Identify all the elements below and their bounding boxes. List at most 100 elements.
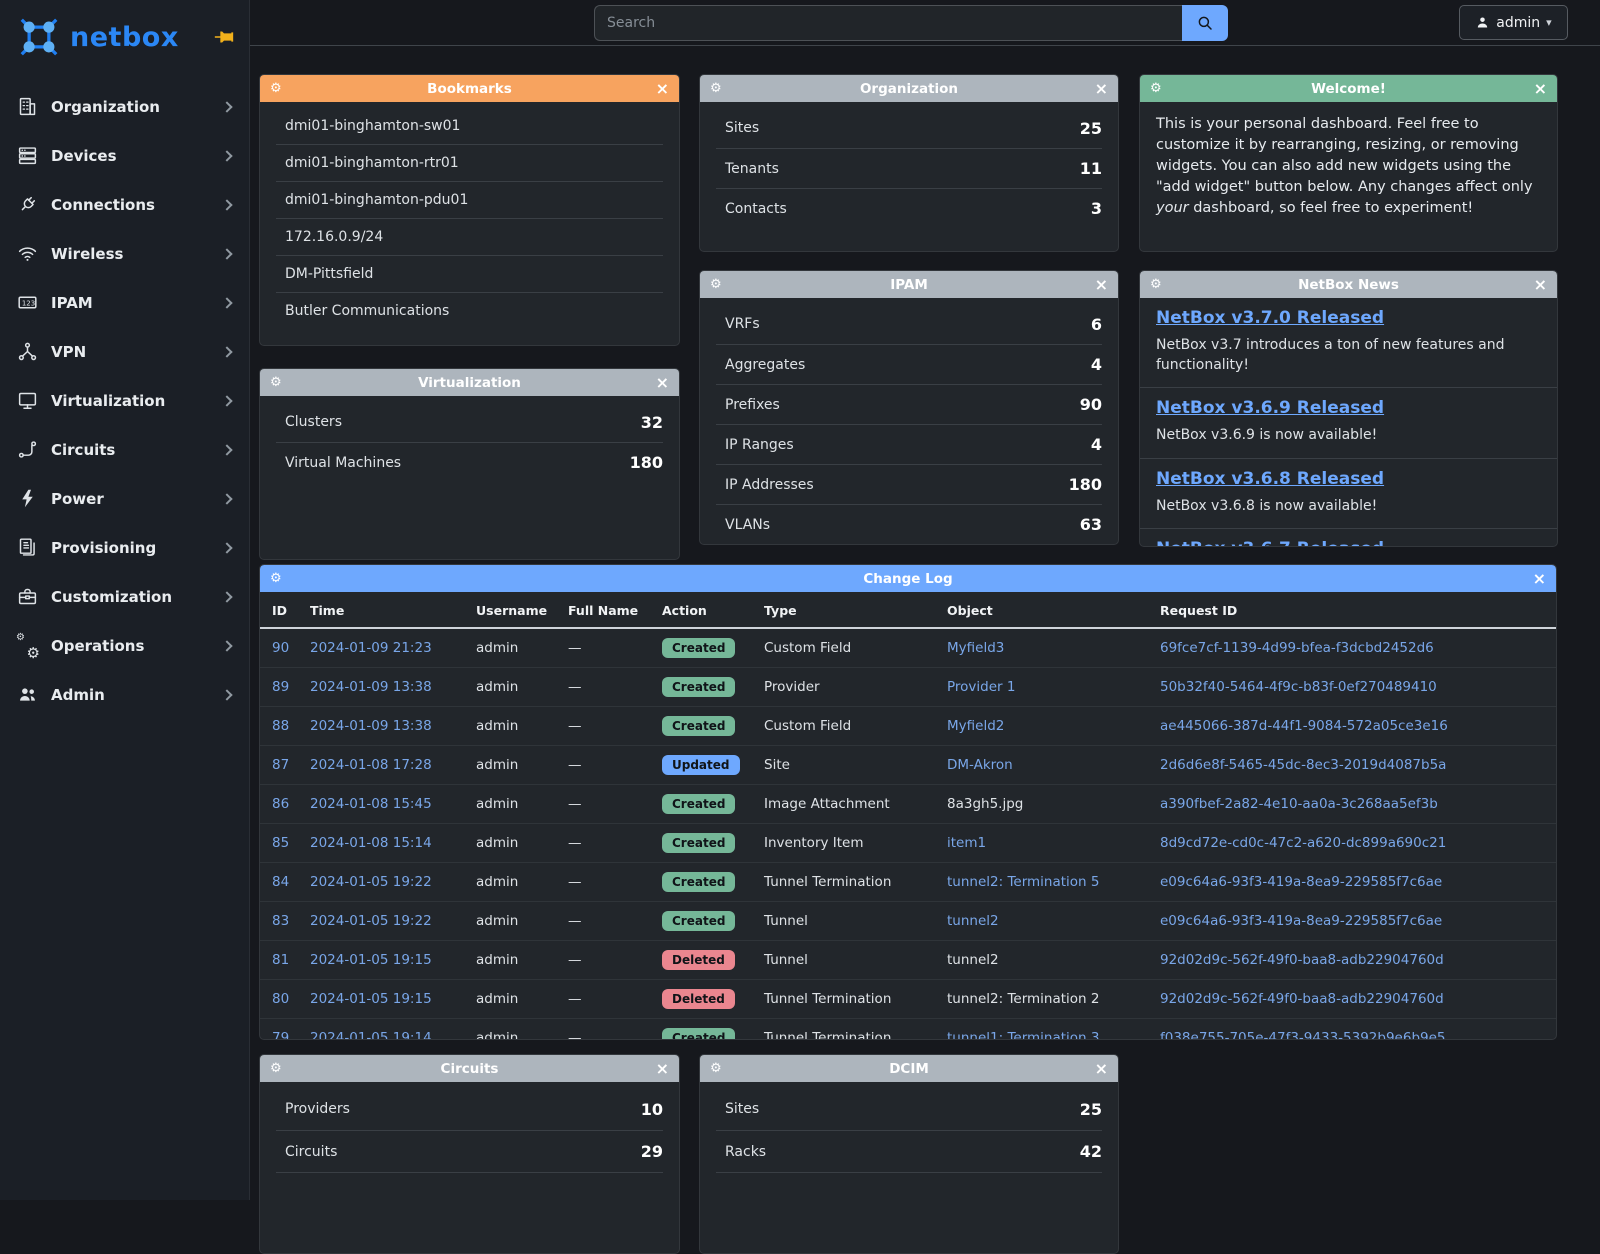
search-input[interactable] bbox=[594, 5, 1182, 41]
changelog-request-link[interactable]: f038e755-705e-47f3-9433-5392b9e6b9e5 bbox=[1160, 1030, 1446, 1040]
changelog-object-link[interactable]: Myfield3 bbox=[947, 640, 1004, 656]
stat-row[interactable]: Contacts3 bbox=[716, 188, 1102, 228]
stat-row[interactable]: Racks42 bbox=[716, 1130, 1102, 1172]
changelog-id-link[interactable]: 84 bbox=[272, 874, 289, 890]
changelog-time-link[interactable]: 2024-01-08 15:14 bbox=[310, 835, 432, 851]
close-icon[interactable]: × bbox=[656, 81, 669, 97]
changelog-id-link[interactable]: 89 bbox=[272, 679, 289, 695]
changelog-id-link[interactable]: 81 bbox=[272, 952, 289, 968]
close-icon[interactable]: × bbox=[656, 1061, 669, 1077]
stat-row[interactable]: IP Addresses180 bbox=[716, 464, 1102, 504]
stat-row[interactable]: Tenants11 bbox=[716, 148, 1102, 188]
changelog-request-link[interactable]: 92d02d9c-562f-49f0-baa8-adb22904760d bbox=[1160, 952, 1444, 968]
pin-sidebar-icon[interactable] bbox=[213, 26, 235, 48]
stat-row[interactable]: Circuits29 bbox=[276, 1130, 663, 1172]
changelog-object-link[interactable]: tunnel2: Termination 2 bbox=[947, 991, 1100, 1007]
changelog-request-link[interactable]: 2d6d6e8f-5465-45dc-8ec3-2019d4087b5a bbox=[1160, 757, 1446, 773]
news-link[interactable]: NetBox v3.6.7 Released bbox=[1156, 539, 1384, 547]
gear-icon[interactable]: ⚙ bbox=[270, 572, 282, 585]
sidebar-item-circuits[interactable]: Circuits bbox=[0, 425, 249, 474]
changelog-request-link[interactable]: a390fbef-2a82-4e10-aa0a-3c268aa5ef3b bbox=[1160, 796, 1438, 812]
stat-row[interactable]: Prefixes90 bbox=[716, 384, 1102, 424]
news-link[interactable]: NetBox v3.6.8 Released bbox=[1156, 469, 1384, 489]
gear-icon[interactable]: ⚙ bbox=[270, 1062, 282, 1075]
changelog-object-link[interactable]: Provider 1 bbox=[947, 679, 1015, 695]
gear-icon[interactable]: ⚙ bbox=[1150, 82, 1162, 95]
gear-icon[interactable]: ⚙ bbox=[270, 376, 282, 389]
stat-row[interactable]: VRFs6 bbox=[716, 304, 1102, 344]
sidebar-item-provisioning[interactable]: Provisioning bbox=[0, 523, 249, 572]
changelog-object-link[interactable]: tunnel2 bbox=[947, 952, 999, 968]
changelog-object-link[interactable]: tunnel2: Termination 5 bbox=[947, 874, 1100, 890]
close-icon[interactable]: × bbox=[1534, 81, 1547, 97]
changelog-time-link[interactable]: 2024-01-05 19:15 bbox=[310, 991, 432, 1007]
close-icon[interactable]: × bbox=[1534, 277, 1547, 293]
sidebar-item-vpn[interactable]: VPN bbox=[0, 327, 249, 376]
brand-logo-text[interactable]: netbox bbox=[70, 22, 213, 53]
changelog-time-link[interactable]: 2024-01-09 21:23 bbox=[310, 640, 432, 656]
stat-row[interactable]: Virtual Machines180 bbox=[276, 442, 663, 482]
changelog-id-link[interactable]: 88 bbox=[272, 718, 289, 734]
gear-icon[interactable]: ⚙ bbox=[710, 278, 722, 291]
changelog-time-link[interactable]: 2024-01-05 19:14 bbox=[310, 1030, 432, 1040]
changelog-time-link[interactable]: 2024-01-05 19:15 bbox=[310, 952, 432, 968]
user-menu-button[interactable]: admin ▾ bbox=[1459, 5, 1568, 40]
changelog-time-link[interactable]: 2024-01-08 17:28 bbox=[310, 757, 432, 773]
changelog-time-link[interactable]: 2024-01-09 13:38 bbox=[310, 679, 432, 695]
changelog-request-link[interactable]: ae445066-387d-44f1-9084-572a05ce3e16 bbox=[1160, 718, 1448, 734]
bookmark-item[interactable]: dmi01-binghamton-rtr01 bbox=[276, 144, 663, 181]
sidebar-item-operations[interactable]: ⚙⚙ Operations bbox=[0, 621, 249, 670]
stat-row[interactable]: Sites25 bbox=[716, 1088, 1102, 1130]
gear-icon[interactable]: ⚙ bbox=[270, 82, 282, 95]
changelog-request-link[interactable]: 8d9cd72e-cd0c-47c2-a620-dc899a690c21 bbox=[1160, 835, 1446, 851]
changelog-time-link[interactable]: 2024-01-05 19:22 bbox=[310, 913, 432, 929]
sidebar-item-virtualization[interactable]: Virtualization bbox=[0, 376, 249, 425]
close-icon[interactable]: × bbox=[1095, 277, 1108, 293]
close-icon[interactable]: × bbox=[1095, 81, 1108, 97]
changelog-id-link[interactable]: 90 bbox=[272, 640, 289, 656]
sidebar-item-customization[interactable]: Customization bbox=[0, 572, 249, 621]
changelog-object-link[interactable]: tunnel2 bbox=[947, 913, 999, 929]
stat-row[interactable]: VLANs63 bbox=[716, 504, 1102, 544]
changelog-request-link[interactable]: 50b32f40-5464-4f9c-b83f-0ef270489410 bbox=[1160, 679, 1437, 695]
changelog-id-link[interactable]: 79 bbox=[272, 1030, 289, 1040]
gear-icon[interactable]: ⚙ bbox=[710, 82, 722, 95]
stat-row[interactable]: Clusters32 bbox=[276, 402, 663, 442]
changelog-id-link[interactable]: 83 bbox=[272, 913, 289, 929]
stat-row[interactable]: Providers10 bbox=[276, 1088, 663, 1130]
changelog-id-link[interactable]: 80 bbox=[272, 991, 289, 1007]
changelog-request-link[interactable]: e09c64a6-93f3-419a-8ea9-229585f7c6ae bbox=[1160, 913, 1442, 929]
bookmark-item[interactable]: dmi01-binghamton-pdu01 bbox=[276, 181, 663, 218]
stat-row[interactable]: Aggregates4 bbox=[716, 344, 1102, 384]
bookmark-item[interactable]: 172.16.0.9/24 bbox=[276, 218, 663, 255]
close-icon[interactable]: × bbox=[656, 375, 669, 391]
bookmark-item[interactable]: DM-Pittsfield bbox=[276, 255, 663, 292]
stat-row[interactable]: Sites25 bbox=[716, 108, 1102, 148]
gear-icon[interactable]: ⚙ bbox=[710, 1062, 722, 1075]
changelog-time-link[interactable]: 2024-01-05 19:22 bbox=[310, 874, 432, 890]
changelog-request-link[interactable]: 92d02d9c-562f-49f0-baa8-adb22904760d bbox=[1160, 991, 1444, 1007]
changelog-request-link[interactable]: 69fce7cf-1139-4d99-bfea-f3dcbd2452d6 bbox=[1160, 640, 1434, 656]
gear-icon[interactable]: ⚙ bbox=[1150, 278, 1162, 291]
close-icon[interactable]: × bbox=[1533, 571, 1546, 587]
netbox-logo-icon[interactable] bbox=[16, 14, 62, 60]
changelog-time-link[interactable]: 2024-01-09 13:38 bbox=[310, 718, 432, 734]
changelog-object-link[interactable]: 8a3gh5.jpg bbox=[947, 796, 1023, 812]
changelog-id-link[interactable]: 86 bbox=[272, 796, 289, 812]
changelog-id-link[interactable]: 87 bbox=[272, 757, 289, 773]
bookmark-item[interactable]: dmi01-binghamton-sw01 bbox=[276, 107, 663, 144]
changelog-id-link[interactable]: 85 bbox=[272, 835, 289, 851]
news-link[interactable]: NetBox v3.7.0 Released bbox=[1156, 308, 1384, 328]
changelog-object-link[interactable]: item1 bbox=[947, 835, 986, 851]
changelog-request-link[interactable]: e09c64a6-93f3-419a-8ea9-229585f7c6ae bbox=[1160, 874, 1442, 890]
stat-row[interactable] bbox=[716, 1172, 1102, 1214]
stat-row[interactable] bbox=[276, 1172, 663, 1214]
changelog-object-link[interactable]: DM-Akron bbox=[947, 757, 1013, 773]
sidebar-item-organization[interactable]: Organization bbox=[0, 82, 249, 131]
stat-row[interactable]: IP Ranges4 bbox=[716, 424, 1102, 464]
sidebar-item-devices[interactable]: Devices bbox=[0, 131, 249, 180]
search-button[interactable] bbox=[1182, 5, 1228, 41]
changelog-object-link[interactable]: tunnel1: Termination 3 bbox=[947, 1030, 1100, 1040]
sidebar-item-power[interactable]: Power bbox=[0, 474, 249, 523]
changelog-object-link[interactable]: Myfield2 bbox=[947, 718, 1004, 734]
